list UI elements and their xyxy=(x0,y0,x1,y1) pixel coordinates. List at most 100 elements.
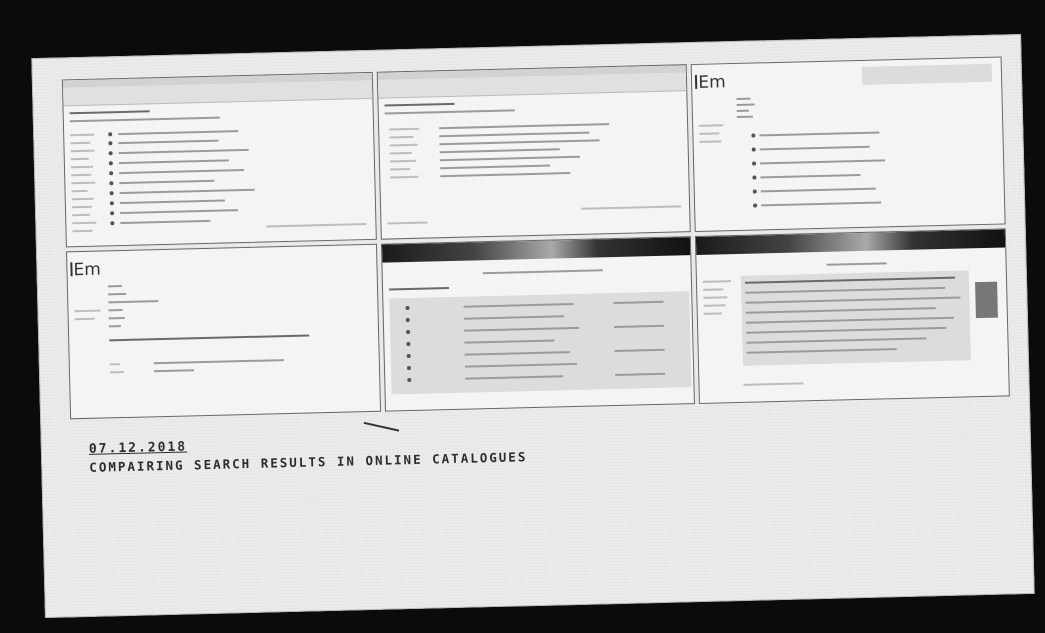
caption: 07.12.2018 COMPAIRING SEARCH RESULTS IN … xyxy=(89,431,528,474)
text-line xyxy=(703,288,724,291)
text-line xyxy=(120,219,211,225)
result-icon xyxy=(406,377,411,383)
text-line xyxy=(389,143,418,147)
text-line xyxy=(70,165,94,169)
text-line xyxy=(120,209,239,215)
text-line xyxy=(761,187,877,193)
result-icon xyxy=(110,221,115,226)
screenshot-results-list-a xyxy=(61,71,377,248)
text-line xyxy=(736,97,751,100)
screenshot-record-detail xyxy=(695,228,1010,404)
printed-sheet: Em Em 07.12.2018 COMPAIRING SEARCH RESUL… xyxy=(31,33,1035,619)
em-logo: Em xyxy=(70,260,101,280)
text-line xyxy=(118,148,249,155)
text-line xyxy=(70,141,91,145)
text-line xyxy=(760,145,871,151)
text-line xyxy=(71,197,94,201)
cover-image xyxy=(975,281,999,319)
text-line xyxy=(70,157,89,161)
text-line xyxy=(439,155,580,162)
text-line xyxy=(438,123,609,130)
text-line xyxy=(107,285,122,288)
text-line xyxy=(699,132,720,135)
text-line xyxy=(703,304,726,307)
result-icon xyxy=(109,181,114,186)
catalogue-header xyxy=(381,237,691,263)
result-icon xyxy=(405,318,410,323)
text-line xyxy=(439,148,560,154)
results-table xyxy=(388,291,692,395)
text-line xyxy=(266,223,367,228)
text-line xyxy=(760,173,861,179)
text-line xyxy=(153,359,284,365)
text-line xyxy=(119,169,245,175)
text-line xyxy=(760,159,886,165)
text-line xyxy=(71,189,88,193)
text-line xyxy=(388,135,414,139)
text-line xyxy=(74,317,95,321)
text-line xyxy=(118,139,219,145)
result-icon xyxy=(108,132,113,137)
text-line xyxy=(72,229,93,233)
text-line xyxy=(108,292,127,296)
text-line xyxy=(74,309,101,313)
text-line xyxy=(109,363,120,366)
text-line xyxy=(384,109,515,115)
text-line xyxy=(108,325,121,328)
result-icon xyxy=(108,151,113,156)
result-icon xyxy=(752,161,757,166)
text-line xyxy=(70,133,95,137)
text-line xyxy=(118,130,239,136)
result-icon xyxy=(406,354,411,359)
catalogue-header xyxy=(696,229,1006,255)
text-line xyxy=(703,296,728,299)
text-line xyxy=(737,109,750,112)
pen-mark xyxy=(363,421,400,432)
text-line xyxy=(699,140,722,143)
text-line xyxy=(153,369,195,373)
screenshot-record-em-a: Em xyxy=(690,56,1006,233)
text-line xyxy=(119,179,215,185)
text-line xyxy=(71,205,92,209)
text-line xyxy=(71,181,96,185)
result-icon xyxy=(405,330,410,335)
text-line xyxy=(580,205,681,210)
text-line xyxy=(482,269,603,275)
result-icon xyxy=(109,191,114,196)
text-line xyxy=(736,103,756,106)
text-line xyxy=(737,115,754,118)
result-icon xyxy=(108,141,113,146)
text-line xyxy=(438,131,589,138)
text-line xyxy=(389,159,416,163)
result-icon xyxy=(753,189,758,194)
text-line xyxy=(70,149,95,153)
result-icon xyxy=(406,366,411,371)
result-icon xyxy=(406,342,411,347)
screenshot-results-list-b xyxy=(376,64,692,240)
result-icon xyxy=(405,306,410,311)
text-line xyxy=(759,131,880,137)
result-icon xyxy=(751,133,756,138)
text-line xyxy=(439,139,600,146)
text-line xyxy=(118,159,229,165)
text-line xyxy=(388,127,419,131)
result-icon xyxy=(108,161,113,166)
text-line xyxy=(743,382,804,386)
text-line xyxy=(72,221,97,225)
text-line xyxy=(389,151,412,155)
result-icon xyxy=(753,203,758,208)
text-line xyxy=(703,280,732,283)
text-line xyxy=(69,110,150,115)
text-line xyxy=(108,300,159,304)
em-logo: Em xyxy=(695,72,726,93)
result-icon xyxy=(752,147,757,152)
text-line xyxy=(384,102,455,107)
text-line xyxy=(826,262,887,266)
result-icon xyxy=(109,171,114,176)
text-line xyxy=(69,116,220,123)
text-line xyxy=(389,167,410,171)
text-line xyxy=(71,173,92,177)
text-line xyxy=(439,164,550,170)
text-line xyxy=(761,201,882,207)
result-icon xyxy=(752,175,757,180)
